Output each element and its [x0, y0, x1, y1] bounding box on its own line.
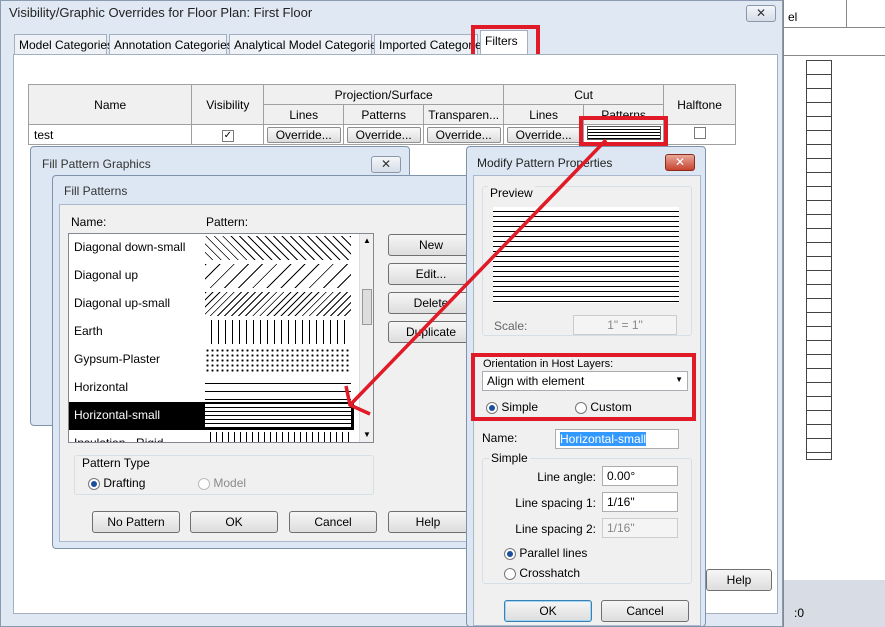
arrow-head — [344, 385, 352, 406]
annotation-arrow — [344, 138, 608, 416]
arrow-stroke — [348, 138, 608, 416]
